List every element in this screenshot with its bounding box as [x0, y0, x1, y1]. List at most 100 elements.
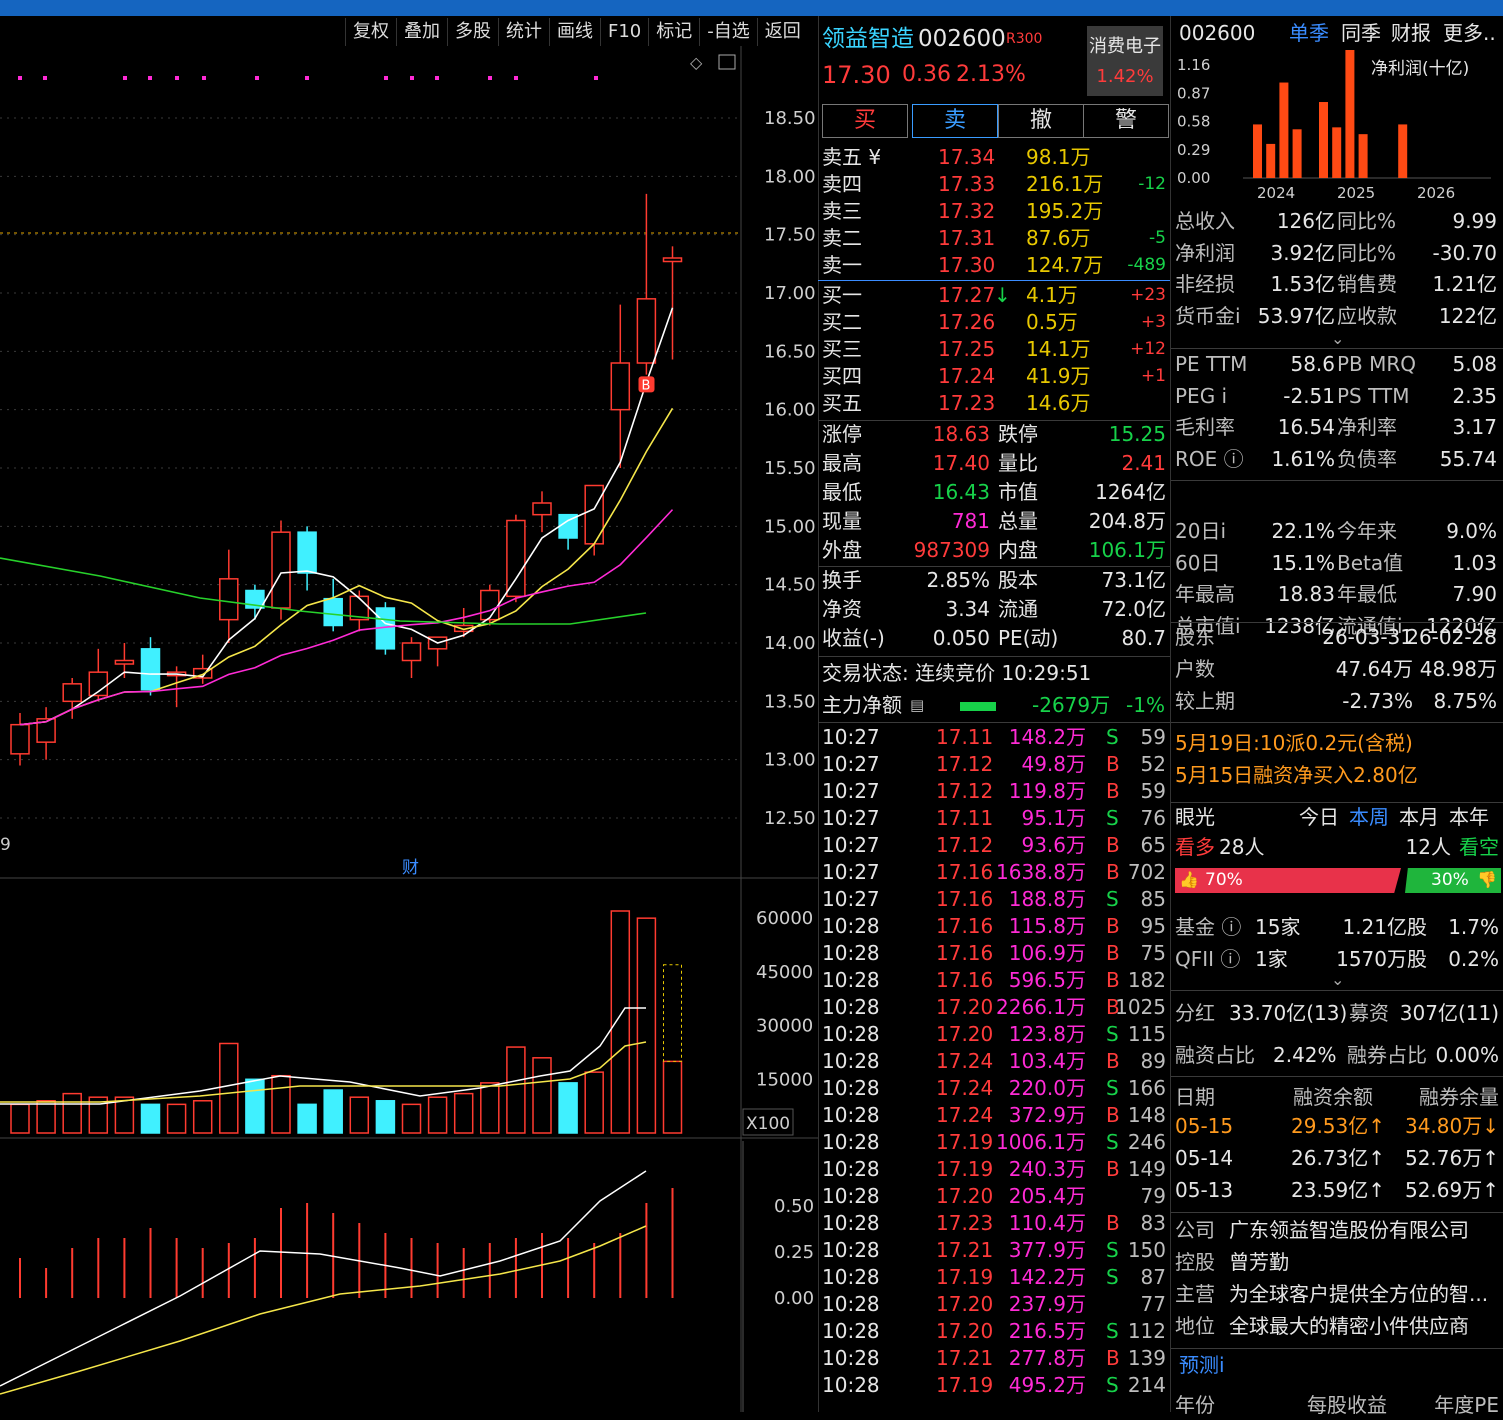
tick-row[interactable]: 10:28 17.24 103.4万 B 89 — [818, 1048, 1170, 1075]
fund-holding-count: 1家 — [1255, 947, 1288, 971]
order-book-row[interactable]: 卖一 17.30 124.7万 -489 — [818, 252, 1170, 279]
order-book-row[interactable]: 卖五 ¥ 17.34 98.1万 — [818, 144, 1170, 171]
order-book-volume: 195.2万 — [1026, 199, 1104, 223]
vision-tab-0[interactable]: 今日 — [1299, 802, 1339, 832]
window-title-bar — [0, 0, 1503, 16]
vision-tab-3[interactable]: 本年 — [1449, 802, 1489, 832]
tick-row[interactable]: 10:27 17.12 93.6万 B 65 — [818, 832, 1170, 859]
news-row[interactable]: 5月19日:10派0.2元(含税) — [1171, 728, 1503, 758]
candle[interactable] — [140, 637, 161, 696]
tick-row[interactable]: 10:28 17.20 237.9万 77 — [818, 1291, 1170, 1318]
tick-volume: 115.8万 — [1008, 914, 1086, 938]
order-book-row[interactable]: 买二 17.26 0.5万 +3 — [818, 309, 1170, 336]
candle[interactable] — [297, 526, 317, 591]
tick-row[interactable]: 10:28 17.16 596.5万 B 182 — [818, 967, 1170, 994]
candle[interactable] — [271, 520, 291, 620]
tick-row[interactable]: 10:28 17.19 1006.1万 S 246 — [818, 1129, 1170, 1156]
expand-chevron-icon[interactable]: ⌄ — [1331, 970, 1344, 989]
order-book-row[interactable]: 卖二 17.31 87.6万 -5 — [818, 225, 1170, 252]
toolbar-button-8[interactable]: 返回 — [756, 18, 808, 46]
vision-tab-1[interactable]: 本周 — [1349, 802, 1389, 832]
candle[interactable] — [323, 578, 343, 632]
holder-row: 户数 47.64万 48.98万 — [1171, 654, 1503, 684]
tick-row[interactable]: 10:27 17.11 148.2万 S 59 — [818, 724, 1170, 751]
short-ratio-value: 0.00% — [1435, 1043, 1499, 1067]
tick-row[interactable]: 10:28 17.24 220.0万 S 166 — [818, 1075, 1170, 1102]
section-divider — [1171, 1348, 1503, 1349]
candle[interactable] — [36, 707, 56, 760]
order-book-row[interactable]: 卖三 17.32 195.2万 — [818, 198, 1170, 225]
tick-row[interactable]: 10:27 17.12 119.8万 B 59 — [818, 778, 1170, 805]
toolbar-button-2[interactable]: 多股 — [447, 18, 498, 46]
cancel-order-button[interactable]: 撤 — [998, 104, 1084, 138]
forecast-row[interactable]: 预测i — [1171, 1350, 1503, 1380]
news-item[interactable]: 5月19日:10派0.2元(含税) — [1175, 728, 1413, 758]
order-book-row[interactable]: 买一 17.27 ↓ 4.1万 +23 — [818, 282, 1170, 309]
candle[interactable] — [636, 193, 657, 375]
toolbar-button-3[interactable]: 统计 — [498, 18, 549, 46]
candle[interactable] — [219, 549, 239, 643]
candle[interactable] — [245, 584, 265, 620]
alert-button[interactable]: 警 — [1083, 104, 1169, 138]
tick-row[interactable]: 10:27 17.11 95.1万 S 76 — [818, 805, 1170, 832]
forecast-tab[interactable]: 预测i — [1179, 1350, 1225, 1380]
panel-toggle-icon[interactable] — [718, 54, 736, 70]
diamond-icon[interactable]: ◇ — [690, 53, 703, 72]
tick-row[interactable]: 10:28 17.20 123.8万 S 115 — [818, 1021, 1170, 1048]
tick-row[interactable]: 10:27 17.16 188.8万 S 85 — [818, 886, 1170, 913]
toolbar-button-7[interactable]: -自选 — [699, 18, 757, 46]
order-book-row[interactable]: 卖四 17.33 216.1万 -12 — [818, 171, 1170, 198]
stock-code: 002600 — [918, 26, 1006, 52]
candle[interactable] — [532, 491, 552, 533]
tick-row[interactable]: 10:28 17.23 110.4万 B 83 — [818, 1210, 1170, 1237]
toolbar-button-6[interactable]: 标记 — [648, 18, 699, 46]
tick-row[interactable]: 10:28 17.19 495.2万 S 214 — [818, 1372, 1170, 1399]
tick-row[interactable]: 10:28 17.20 216.5万 S 112 — [818, 1318, 1170, 1345]
order-book-row[interactable]: 买五 17.23 14.6万 — [818, 390, 1170, 417]
news-item[interactable]: 5月15日融资净买入2.80亿 — [1175, 760, 1418, 790]
tab-more[interactable]: 更多.. — [1443, 18, 1496, 48]
candle[interactable] — [480, 584, 500, 626]
tab-same-quarter[interactable]: 同季 — [1341, 18, 1381, 48]
tick-row[interactable]: 10:28 17.19 240.3万 B 149 — [818, 1156, 1170, 1183]
news-row[interactable]: 5月15日融资净买入2.80亿 — [1171, 760, 1503, 790]
vision-tab-2[interactable]: 本月 — [1399, 802, 1439, 832]
toolbar-button-4[interactable]: 画线 — [549, 18, 600, 46]
toolbar-button-5[interactable]: F10 — [600, 18, 648, 46]
bull-bar[interactable]: 👍 70% — [1175, 868, 1401, 893]
tick-row[interactable]: 10:28 17.21 277.8万 B 139 — [818, 1345, 1170, 1372]
tick-row[interactable]: 10:28 17.20 2266.1万 B 1025 — [818, 994, 1170, 1021]
company-row: 控股 曾芳勤 — [1171, 1247, 1503, 1277]
toolbar-button-0[interactable]: 复权 — [345, 18, 396, 46]
tick-row[interactable]: 10:27 17.12 49.8万 B 52 — [818, 751, 1170, 778]
kline-chart-area[interactable]: 18.50 18.00 17.50 17.00 16.50 16.00 15.50 15.00… — [0, 46, 818, 1412]
toolbar-button-1[interactable]: 叠加 — [396, 18, 447, 46]
tick-time: 10:28 — [822, 995, 880, 1019]
sell-button[interactable]: 卖 — [912, 104, 998, 138]
candle[interactable] — [401, 637, 422, 678]
tab-report[interactable]: 财报 — [1391, 18, 1431, 48]
tick-row[interactable]: 10:28 17.19 142.2万 S 87 — [818, 1264, 1170, 1291]
candle[interactable] — [662, 246, 683, 360]
order-book-row[interactable]: 买三 17.25 14.1万 +12 — [818, 336, 1170, 363]
candle[interactable] — [349, 590, 370, 632]
expand-chevron-icon[interactable]: ⌄ — [1331, 329, 1344, 348]
tick-row[interactable]: 10:28 17.20 205.4万 79 — [818, 1183, 1170, 1210]
bear-bar[interactable]: 30% 👎 — [1405, 868, 1501, 893]
buy-signal-marker[interactable]: B — [638, 376, 655, 393]
candle[interactable] — [10, 713, 30, 766]
tick-row[interactable]: 10:28 17.16 115.8万 B 95 — [818, 913, 1170, 940]
tick-row[interactable]: 10:28 17.21 377.9万 S 150 — [818, 1237, 1170, 1264]
kline-chart-svg[interactable]: 18.50 18.00 17.50 17.00 16.50 16.00 15.50 15.00… — [0, 46, 818, 1412]
stat-label: 内盘 — [998, 538, 1038, 562]
candle[interactable] — [88, 648, 109, 702]
tick-row[interactable]: 10:28 17.16 106.9万 B 75 — [818, 940, 1170, 967]
list-icon[interactable]: ▤ — [910, 692, 924, 719]
finance-marker[interactable]: 财 — [402, 858, 419, 878]
order-book-row[interactable]: 买四 17.24 41.9万 +1 — [818, 363, 1170, 390]
margin-date: 05-15 — [1175, 1114, 1234, 1138]
tick-row[interactable]: 10:28 17.24 372.9万 B 148 — [818, 1102, 1170, 1129]
tick-row[interactable]: 10:27 17.16 1638.8万 B 702 — [818, 859, 1170, 886]
tab-quarter[interactable]: 单季 — [1289, 18, 1329, 48]
buy-button[interactable]: 买 — [822, 104, 908, 138]
